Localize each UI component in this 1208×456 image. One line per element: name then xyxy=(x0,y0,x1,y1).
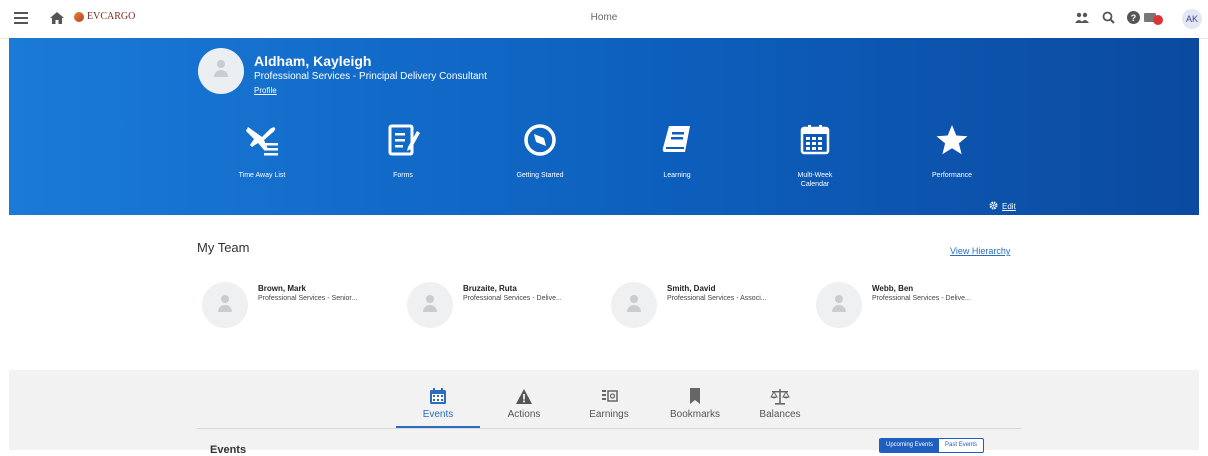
events-toggle: Upcoming Events Past Events xyxy=(879,438,985,453)
tab-label: Earnings xyxy=(589,409,629,420)
tab-events[interactable]: Events xyxy=(396,386,480,420)
team-member-card[interactable]: Brown, Mark Professional Services - Seni… xyxy=(202,282,402,332)
tab-balances[interactable]: Balances xyxy=(738,386,822,420)
past-events-button[interactable]: Past Events xyxy=(939,439,983,452)
view-hierarchy-link[interactable]: View Hierarchy xyxy=(950,246,1010,256)
profile-link[interactable]: Profile xyxy=(254,86,277,95)
people-icon[interactable] xyxy=(1073,10,1091,28)
page-title: Home xyxy=(590,12,618,23)
member-avatar xyxy=(407,282,453,328)
scale-icon xyxy=(738,386,822,406)
member-avatar xyxy=(611,282,657,328)
profile-name: Aldham, Kayleigh xyxy=(254,53,372,69)
member-role: Professional Services - Associ... xyxy=(667,295,767,302)
edit-label: Edit xyxy=(1002,202,1016,211)
member-avatar xyxy=(816,282,862,328)
my-team-heading: My Team xyxy=(197,240,250,255)
member-name: Bruzaite, Ruta xyxy=(463,284,517,293)
member-name: Smith, David xyxy=(667,284,716,293)
money-icon xyxy=(567,386,651,406)
search-icon[interactable] xyxy=(1099,10,1117,28)
tab-label: Actions xyxy=(507,409,541,420)
upcoming-events-button[interactable]: Upcoming Events xyxy=(880,439,940,452)
calendar-icon xyxy=(396,386,480,406)
notification-icon[interactable] xyxy=(1144,11,1163,25)
tab-label: Bookmarks xyxy=(669,409,720,420)
help-icon[interactable]: ? xyxy=(1124,10,1142,28)
profile-banner: Aldham, Kayleigh Professional Services -… xyxy=(9,38,1199,215)
member-role: Professional Services - Delive... xyxy=(872,295,971,302)
tile-label: Forms xyxy=(393,172,413,179)
profile-title: Professional Services - Principal Delive… xyxy=(254,71,487,82)
events-heading: Events xyxy=(210,444,247,456)
member-avatar xyxy=(202,282,248,328)
airplane-list-icon xyxy=(212,120,312,160)
tile-learning[interactable]: Learning xyxy=(627,120,727,180)
tile-label: Getting Started xyxy=(516,172,564,179)
tab-actions[interactable]: Actions xyxy=(482,386,566,420)
svg-text:?: ? xyxy=(1130,13,1136,23)
star-icon xyxy=(902,120,1002,160)
team-member-card[interactable]: Bruzaite, Ruta Professional Services - D… xyxy=(407,282,607,332)
top-bar: EVCARGO Home ? AK xyxy=(0,0,1208,39)
book-icon xyxy=(627,120,727,160)
tile-time-away-list[interactable]: Time Away List xyxy=(212,120,312,180)
bookmark-icon xyxy=(653,386,737,406)
tab-label: Balances xyxy=(759,409,801,420)
tile-label: Time Away List xyxy=(238,172,286,179)
team-member-card[interactable]: Webb, Ben Professional Services - Delive… xyxy=(816,282,1016,332)
edit-tiles-link[interactable]: Edit xyxy=(989,201,1016,212)
calendar-icon xyxy=(765,120,865,160)
compass-icon xyxy=(490,120,590,160)
member-role: Professional Services - Senior... xyxy=(258,295,358,302)
tile-label: Learning xyxy=(663,172,691,179)
tile-label: Multi-Week Calendar xyxy=(797,172,833,188)
warning-icon xyxy=(482,386,566,406)
form-edit-icon xyxy=(353,120,453,160)
tab-earnings[interactable]: Earnings xyxy=(567,386,651,420)
gear-icon xyxy=(989,201,998,212)
tab-label: Events xyxy=(422,409,454,420)
tile-label: Performance xyxy=(931,172,973,179)
profile-avatar xyxy=(198,48,244,94)
tile-performance[interactable]: Performance xyxy=(902,120,1002,180)
team-member-card[interactable]: Smith, David Professional Services - Ass… xyxy=(611,282,811,332)
member-name: Webb, Ben xyxy=(872,284,914,293)
user-avatar[interactable]: AK xyxy=(1182,9,1202,29)
member-role: Professional Services - Delive... xyxy=(463,295,562,302)
tile-forms[interactable]: Forms xyxy=(353,120,453,180)
tile-multi-week-calendar[interactable]: Multi-Week Calendar xyxy=(765,120,865,189)
active-tab-indicator xyxy=(396,426,480,428)
tab-bookmarks[interactable]: Bookmarks xyxy=(653,386,737,420)
tile-getting-started[interactable]: Getting Started xyxy=(490,120,590,180)
member-name: Brown, Mark xyxy=(258,284,307,293)
tab-divider xyxy=(197,428,1021,429)
